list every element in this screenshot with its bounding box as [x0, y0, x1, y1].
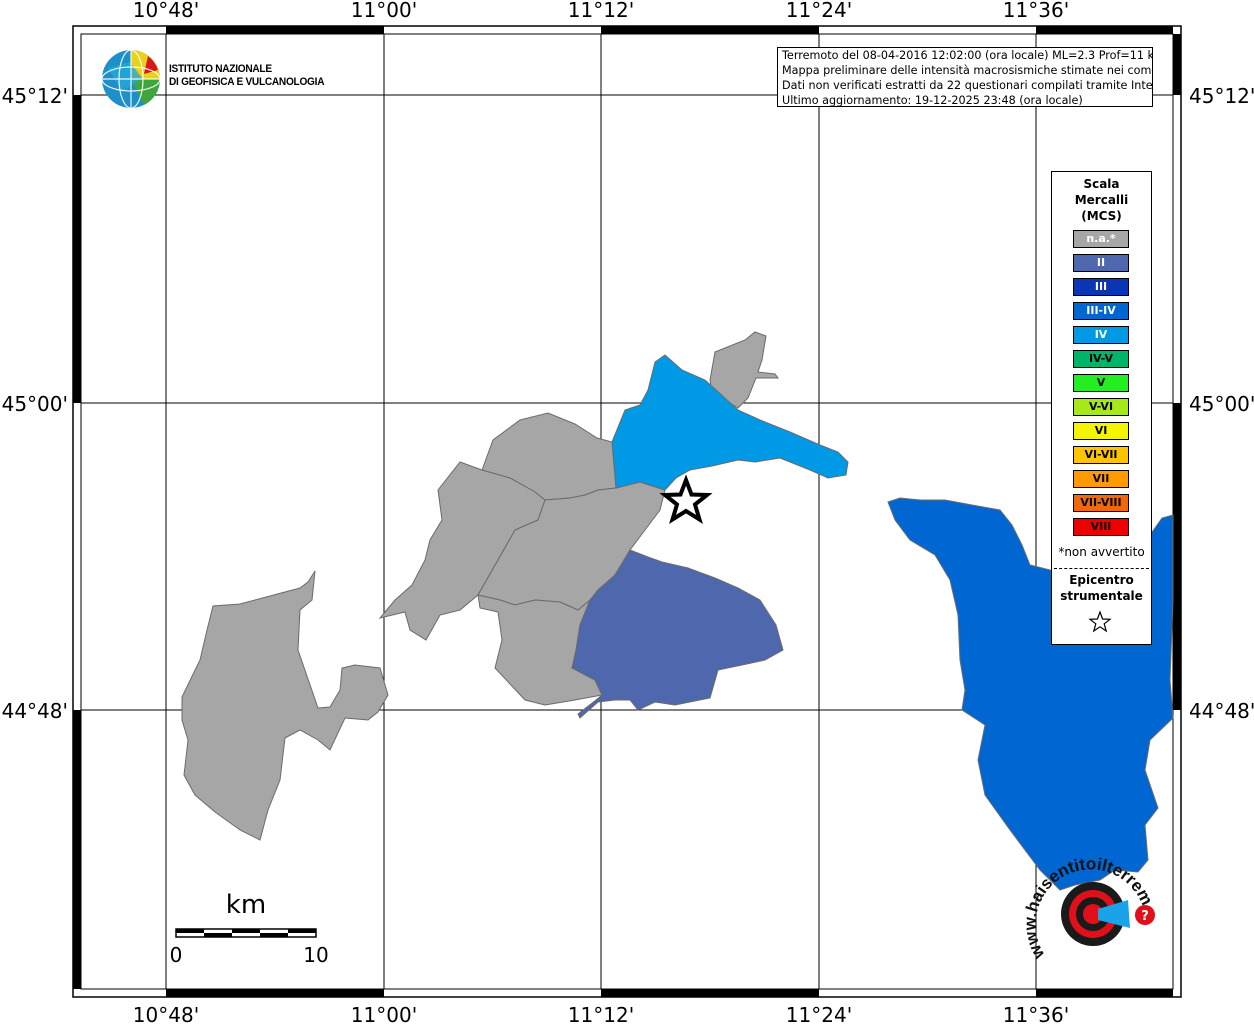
lon-label: 11°00'	[351, 1003, 417, 1024]
lat-label: 45°12'	[2, 84, 68, 108]
lon-label: 11°36'	[1003, 1003, 1069, 1024]
latitude-labels-right: 45°12' 45°00' 44°48'	[1189, 84, 1254, 723]
info-line: Dati non verificati estratti da 22 quest…	[782, 79, 1153, 92]
scale-start: 0	[170, 943, 182, 967]
institute-name-line: DI GEOFISICA E VULCANOLOGIA	[169, 76, 325, 88]
lat-label: 45°00'	[2, 392, 68, 416]
info-line: Mappa preliminare delle intensità macros…	[782, 64, 1153, 77]
info-line: Ultimo aggiornamento: 19-12-2025 23:48 (…	[782, 94, 1083, 107]
epicenter-label-line: Epicentro	[1069, 573, 1134, 587]
legend-swatch: VI-VII	[1073, 446, 1129, 464]
lon-label: 11°00'	[351, 0, 417, 22]
institute-name: ISTITUTO NAZIONALE DI GEOFISICA E VULCAN…	[169, 63, 325, 89]
legend-swatch: II	[1073, 254, 1129, 272]
legend-swatch: VI	[1073, 422, 1129, 440]
legend-swatch: V-VI	[1073, 398, 1129, 416]
info-line: Terremoto del 08-04-2016 12:02:00 (ora l…	[782, 49, 1153, 62]
epicenter-label-line: strumentale	[1060, 589, 1143, 603]
lon-label: 11°36'	[1003, 0, 1069, 22]
lat-label: 44°48'	[1189, 699, 1254, 723]
question-badge-text: ?	[1141, 909, 1149, 924]
legend-swatch: IV	[1073, 326, 1129, 344]
lon-label: 11°12'	[568, 1003, 634, 1024]
lon-label: 10°48'	[133, 1003, 199, 1024]
legend-swatch: VIII	[1073, 518, 1129, 536]
legend-title-line: Mercalli	[1074, 193, 1129, 207]
scale-unit: km	[226, 890, 266, 920]
legend-swatch: V	[1073, 374, 1129, 392]
legend-swatch: VII	[1073, 470, 1129, 488]
lon-label: 11°24'	[786, 1003, 852, 1024]
longitude-labels-top: 10°48' 11°00' 11°12' 11°24' 11°36'	[133, 0, 1069, 22]
legend-swatch: IV-V	[1073, 350, 1129, 368]
latitude-labels-left: 45°12' 45°00' 44°48'	[2, 84, 68, 723]
epicenter-legend-label: Epicentro strumentale	[1052, 572, 1151, 604]
legend-swatch: III	[1073, 278, 1129, 296]
ingv-logo: ISTITUTO NAZIONALE DI GEOFISICA E VULCAN…	[100, 48, 360, 109]
longitude-labels-bottom: 10°48' 11°00' 11°12' 11°24' 11°36'	[133, 1003, 1069, 1024]
legend-title-line: Scala	[1083, 177, 1120, 191]
scale-bar: km 0 10	[170, 885, 340, 970]
epicenter-star-icon	[1088, 610, 1112, 633]
legend-title: Scala Mercalli (MCS)	[1052, 176, 1151, 224]
scale-end: 10	[303, 943, 328, 967]
lon-label: 10°48'	[133, 0, 199, 22]
lat-label: 45°00'	[1189, 392, 1254, 416]
legend-title-line: (MCS)	[1081, 209, 1122, 223]
legend-swatch: III-IV	[1073, 302, 1129, 320]
lat-label: 45°12'	[1189, 84, 1254, 108]
lat-label: 44°48'	[2, 699, 68, 723]
legend-swatch: VII-VIII	[1073, 494, 1129, 512]
not-felt-note: *non avvertito	[1058, 545, 1145, 559]
globe-icon	[101, 49, 161, 109]
institute-name-line: ISTITUTO NAZIONALE	[169, 63, 272, 75]
legend-separator	[1054, 568, 1149, 569]
lon-label: 11°24'	[786, 0, 852, 22]
lon-label: 11°12'	[568, 0, 634, 22]
legend-swatch: n.a.*	[1073, 230, 1129, 248]
earthquake-info-box: Terremoto del 08-04-2016 12:02:00 (ora l…	[777, 47, 1153, 107]
mcs-legend: Scala Mercalli (MCS) n.a.* II III III-IV IV I…	[1051, 171, 1152, 645]
